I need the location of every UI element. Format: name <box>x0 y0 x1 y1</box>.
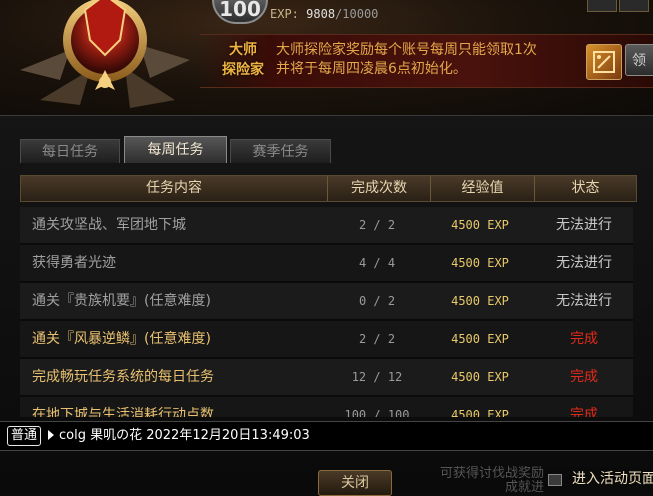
quest-count: 2 / 2 <box>358 332 396 346</box>
table-row[interactable]: 通关『风暴逆鳞』(任意难度) 2 / 2 4500 EXP 完成 <box>20 321 633 359</box>
exp-label: EXP: <box>270 7 299 21</box>
quest-count: 12 / 12 <box>351 370 403 384</box>
header-completion-count: 完成次数 <box>328 176 431 201</box>
table-row[interactable]: 通关『贵族机要』(任意难度) 0 / 2 4500 EXP 无法进行 <box>20 283 633 321</box>
quest-exp: 4500 EXP <box>451 218 509 232</box>
quest-name: 通关攻坚战、军团地下城 <box>32 217 186 233</box>
quest-exp: 4500 EXP <box>451 408 509 417</box>
exp-readout: EXP: 9808/10000 <box>270 7 378 21</box>
quest-name: 完成畅玩任务系统的每日任务 <box>32 369 214 385</box>
tab-weekly-quests[interactable]: 每周任务 <box>124 136 227 163</box>
quest-status: 完成 <box>570 331 598 347</box>
description-line-2: 并将于每周四凌晨6点初始化。 <box>276 61 467 77</box>
table-body: 通关攻坚战、军团地下城 2 / 2 4500 EXP 无法进行 获得勇者光迹 4… <box>20 207 633 417</box>
enter-activity-label: 进入活动页面 <box>572 471 653 487</box>
faded-hint-text-2: 成就进 <box>505 480 545 495</box>
quest-exp: 4500 EXP <box>451 370 509 384</box>
quest-exp: 4500 EXP <box>451 294 509 308</box>
checkbox-icon[interactable] <box>548 474 562 486</box>
chat-message: colg 果叽の花 2022年12月20日13:49:03 <box>59 428 310 443</box>
reward-description: 大师探险家奖励每个账号每周只能领取1次 并将于每周四凌晨6点初始化。 <box>276 41 586 79</box>
quest-count: 2 / 2 <box>358 218 396 232</box>
quest-name: 获得勇者光迹 <box>32 255 116 271</box>
master-explorer-title: 大师 探险家 <box>215 40 271 80</box>
chat-channel-badge[interactable]: 普通 <box>7 426 42 446</box>
claim-button[interactable]: 领 <box>625 44 653 76</box>
description-line-1: 大师探险家奖励每个账号每周只能领取1次 <box>276 42 537 58</box>
table-header: 任务内容 完成次数 经验值 状态 <box>20 175 637 202</box>
reward-item-icon[interactable] <box>586 44 622 80</box>
exp-current: 9808 <box>306 7 336 21</box>
header-status: 状态 <box>571 180 600 196</box>
mail-icon[interactable] <box>587 0 617 12</box>
header-exp: 经验值 <box>431 176 535 201</box>
chat-line: 普通 colg 果叽の花 2022年12月20日13:49:03 <box>0 421 653 451</box>
quest-exp: 4500 EXP <box>451 256 509 270</box>
title-line-2: 探险家 <box>222 62 264 78</box>
quest-name: 在地下城与生活消耗行动点数 <box>32 407 214 417</box>
quest-status: 完成 <box>570 369 598 385</box>
quest-name: 通关『风暴逆鳞』(任意难度) <box>32 331 211 347</box>
quest-count: 100 / 100 <box>344 408 410 417</box>
quest-status: 无法进行 <box>556 217 612 233</box>
level-badge: 100 <box>212 0 268 24</box>
quest-exp: 4500 EXP <box>451 332 509 346</box>
top-right-icons <box>585 0 653 12</box>
exp-max: 10000 <box>342 7 379 21</box>
table-row[interactable]: 在地下城与生活消耗行动点数 100 / 100 4500 EXP 完成 <box>20 397 633 417</box>
quest-name: 通关『贵族机要』(任意难度) <box>32 293 211 309</box>
quest-status: 完成 <box>570 407 598 417</box>
header-quest-content: 任务内容 <box>21 176 328 201</box>
tab-season-quests[interactable]: 赛季任务 <box>230 139 331 163</box>
tab-daily-quests[interactable]: 每日任务 <box>20 139 120 163</box>
table-row[interactable]: 完成畅玩任务系统的每日任务 12 / 12 4500 EXP 完成 <box>20 359 633 397</box>
menu-icon[interactable] <box>619 0 649 12</box>
enter-activity-button[interactable]: 进入活动页面 <box>546 468 653 491</box>
chat-arrow-icon <box>48 430 54 440</box>
emblem-icon <box>0 0 210 112</box>
table-row[interactable]: 获得勇者光迹 4 / 4 4500 EXP 无法进行 <box>20 245 633 283</box>
close-button[interactable]: 关闭 <box>318 470 392 496</box>
table-row[interactable]: 通关攻坚战、军团地下城 2 / 2 4500 EXP 无法进行 <box>20 207 633 245</box>
quest-status: 无法进行 <box>556 255 612 271</box>
title-line-1: 大师 <box>229 42 257 58</box>
quest-status: 无法进行 <box>556 293 612 309</box>
quest-count: 0 / 2 <box>358 294 396 308</box>
quest-count: 4 / 4 <box>358 256 396 270</box>
